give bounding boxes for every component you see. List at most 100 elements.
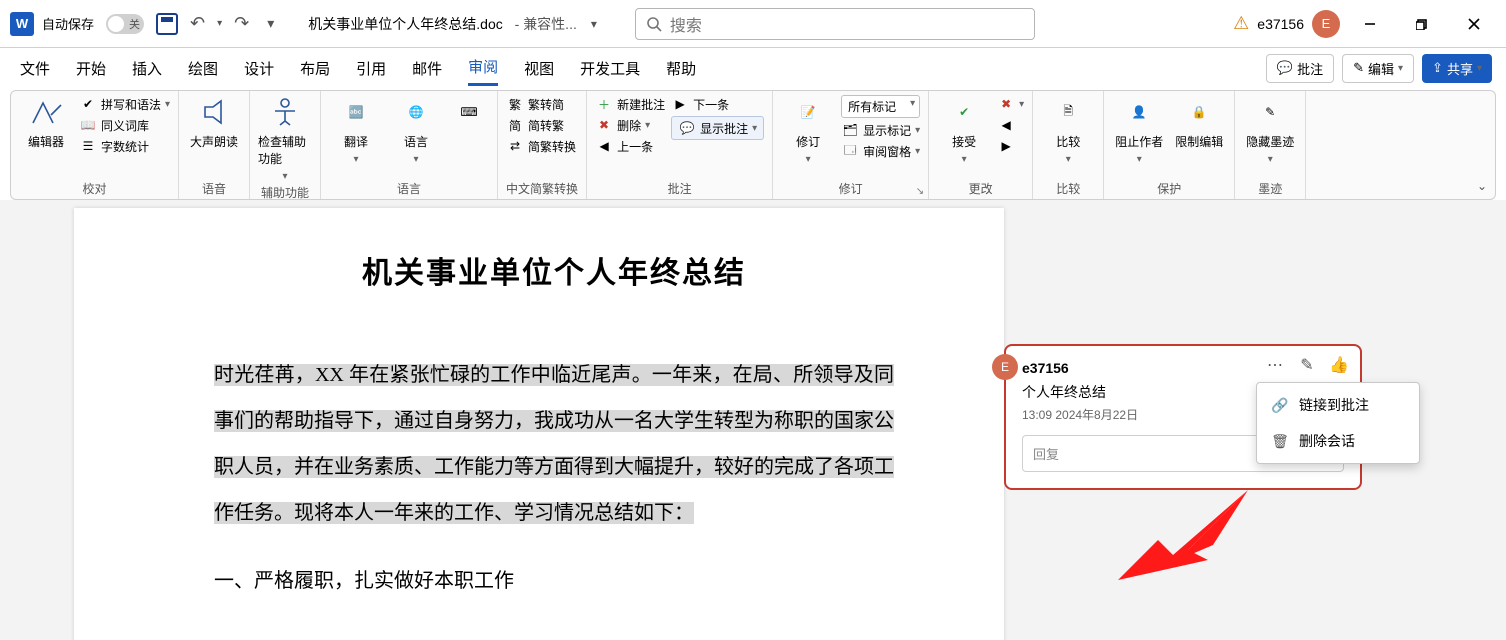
keyboard-button[interactable]: ⌨	[449, 95, 489, 129]
block-authors[interactable]: 👤阻止作者	[1112, 95, 1166, 165]
qat-customize[interactable]: ▾	[261, 15, 280, 32]
thesaurus-button[interactable]: 📖同义词库	[79, 116, 170, 134]
read-aloud-button[interactable]: 大声朗读	[187, 95, 241, 150]
simp-to-trad[interactable]: 简简转繁	[506, 116, 576, 134]
comment-resolve-icon[interactable]: 👍	[1330, 356, 1348, 374]
redo-button[interactable]: ↷	[230, 13, 253, 34]
tab-help[interactable]: 帮助	[666, 52, 696, 85]
group-label-accessibility: 辅助功能	[258, 182, 312, 201]
title-bar: W 自动保存 关 ↶ ▾ ↷ ▾ 机关事业单位个人年终总结.doc - 兼容性.…	[0, 0, 1506, 48]
compatibility-mode: - 兼容性...	[511, 14, 577, 34]
translate-button[interactable]: 🔤翻译	[329, 95, 383, 165]
word-count-button[interactable]: ☰字数统计	[79, 137, 170, 155]
group-label-speech: 语音	[187, 178, 241, 197]
group-ink: ✎隐藏墨迹 墨迹	[1235, 91, 1306, 199]
editor-button[interactable]: 编辑器	[19, 95, 73, 150]
document-title: 机关事业单位个人年终总结.doc	[308, 14, 502, 34]
document-page[interactable]: 机关事业单位个人年终总结 时光荏苒，XX 年在紧张忙碌的工作中临近尾声。一年来，…	[74, 208, 1004, 640]
comment-avatar: E	[992, 354, 1018, 380]
save-icon[interactable]	[156, 13, 178, 35]
comments-toggle[interactable]: 💬批注	[1266, 54, 1334, 83]
group-changes: ✔接受 ✖ ◀ ▶ 更改	[929, 91, 1033, 199]
group-label-comments: 批注	[595, 178, 764, 197]
account-avatar[interactable]: E	[1312, 10, 1340, 38]
comment-context-menu: 🔗 链接到批注 🗑 删除会话	[1256, 382, 1420, 464]
search-icon	[646, 16, 662, 32]
account-name[interactable]: e37156	[1257, 16, 1304, 32]
tab-design[interactable]: 设计	[244, 52, 274, 85]
warning-icon[interactable]: ⚠	[1233, 13, 1249, 34]
ribbon: 编辑器 ✔拼写和语法 📖同义词库 ☰字数统计 校对 大声朗读 语音 检查辅助功能	[10, 90, 1496, 200]
group-language: 🔤翻译 🌐语言 ⌨ 语言	[321, 91, 498, 199]
group-speech: 大声朗读 语音	[179, 91, 250, 199]
close-button[interactable]	[1452, 8, 1496, 40]
reviewing-pane[interactable]: 🗔审阅窗格	[841, 142, 920, 160]
spelling-button[interactable]: ✔拼写和语法	[79, 95, 170, 113]
search-box[interactable]: 搜索	[635, 8, 1035, 40]
tab-mailings[interactable]: 邮件	[412, 52, 442, 85]
restrict-editing[interactable]: 🔒限制编辑	[1172, 95, 1226, 150]
doc-section-1: 一、严格履职，扎实做好本职工作	[214, 564, 894, 593]
word-app-icon: W	[10, 12, 34, 36]
tracking-launcher[interactable]: ↘	[916, 186, 924, 197]
ctx-link-label: 链接到批注	[1299, 395, 1369, 415]
edit-mode-button[interactable]: ✎编辑	[1342, 54, 1414, 83]
search-placeholder: 搜索	[670, 12, 702, 36]
reject-button[interactable]: ✖	[997, 95, 1024, 113]
tab-references[interactable]: 引用	[356, 52, 386, 85]
tab-layout[interactable]: 布局	[300, 52, 330, 85]
group-label-language: 语言	[329, 178, 489, 197]
new-comment[interactable]: ＋新建批注	[595, 95, 665, 113]
undo-more[interactable]: ▾	[217, 18, 222, 29]
autosave-toggle[interactable]: 关	[106, 14, 144, 34]
link-icon: 🔗	[1271, 396, 1289, 414]
chinese-convert[interactable]: ⇄简繁转换	[506, 137, 576, 155]
group-label-ink: 墨迹	[1243, 178, 1297, 197]
tab-insert[interactable]: 插入	[132, 52, 162, 85]
next-change[interactable]: ▶	[997, 137, 1024, 155]
tab-home[interactable]: 开始	[76, 52, 106, 85]
group-label-compare: 比较	[1041, 178, 1095, 197]
minimize-button[interactable]	[1348, 8, 1392, 40]
doc-heading: 机关事业单位个人年终总结	[214, 248, 894, 292]
comment-more-icon[interactable]: ⋯	[1266, 356, 1284, 374]
restore-button[interactable]	[1400, 8, 1444, 40]
undo-button[interactable]: ↶	[186, 13, 209, 34]
ribbon-collapse[interactable]: ⌄	[1477, 179, 1487, 193]
autosave-label: 自动保存	[42, 14, 94, 33]
accept-button[interactable]: ✔接受	[937, 95, 991, 165]
group-label-protect: 保护	[1112, 178, 1226, 197]
comment-edit-icon[interactable]: ✎	[1298, 356, 1316, 374]
hide-ink[interactable]: ✎隐藏墨迹	[1243, 95, 1297, 165]
show-markup[interactable]: 🗂显示标记	[841, 121, 920, 139]
group-label-changes: 更改	[937, 178, 1024, 197]
tab-developer[interactable]: 开发工具	[580, 52, 640, 85]
group-comments: ＋新建批注 ✖删除 ◀上一条 ▶下一条 💬显示批注 批注	[587, 91, 773, 199]
tab-view[interactable]: 视图	[524, 52, 554, 85]
compare-button[interactable]: 🗎比较	[1041, 95, 1095, 165]
accessibility-button[interactable]: 检查辅助功能	[258, 95, 312, 182]
next-comment[interactable]: ▶下一条	[671, 95, 764, 113]
autosave-state: 关	[129, 16, 140, 32]
ctx-link-to-comment[interactable]: 🔗 链接到批注	[1257, 387, 1419, 423]
ribbon-tabs: 文件 开始 插入 绘图 设计 布局 引用 邮件 审阅 视图 开发工具 帮助 💬批…	[0, 48, 1506, 88]
delete-comment[interactable]: ✖删除	[595, 116, 665, 134]
share-button[interactable]: ⇪共享	[1422, 54, 1492, 83]
tab-draw[interactable]: 绘图	[188, 52, 218, 85]
tab-file[interactable]: 文件	[20, 52, 50, 85]
prev-comment[interactable]: ◀上一条	[595, 137, 665, 155]
prev-change[interactable]: ◀	[997, 116, 1024, 134]
track-changes[interactable]: 📝修订	[781, 95, 835, 165]
markup-display-select[interactable]: 所有标记	[841, 95, 920, 118]
group-label-proofing: 校对	[19, 178, 170, 197]
tab-review[interactable]: 审阅	[468, 50, 498, 86]
title-dropdown[interactable]: ▾	[591, 17, 597, 31]
document-workspace: 机关事业单位个人年终总结 时光荏苒，XX 年在紧张忙碌的工作中临近尾声。一年来，…	[0, 200, 1506, 640]
ctx-delete-thread[interactable]: 🗑 删除会话	[1257, 423, 1419, 459]
language-button[interactable]: 🌐语言	[389, 95, 443, 165]
group-tracking: 📝修订 所有标记 🗂显示标记 🗔审阅窗格 修订 ↘	[773, 91, 929, 199]
show-comments[interactable]: 💬显示批注	[671, 116, 764, 140]
trad-to-simp[interactable]: 繁繁转简	[506, 95, 576, 113]
ctx-delete-label: 删除会话	[1299, 431, 1355, 451]
group-label-chinese: 中文简繁转换	[506, 178, 578, 197]
